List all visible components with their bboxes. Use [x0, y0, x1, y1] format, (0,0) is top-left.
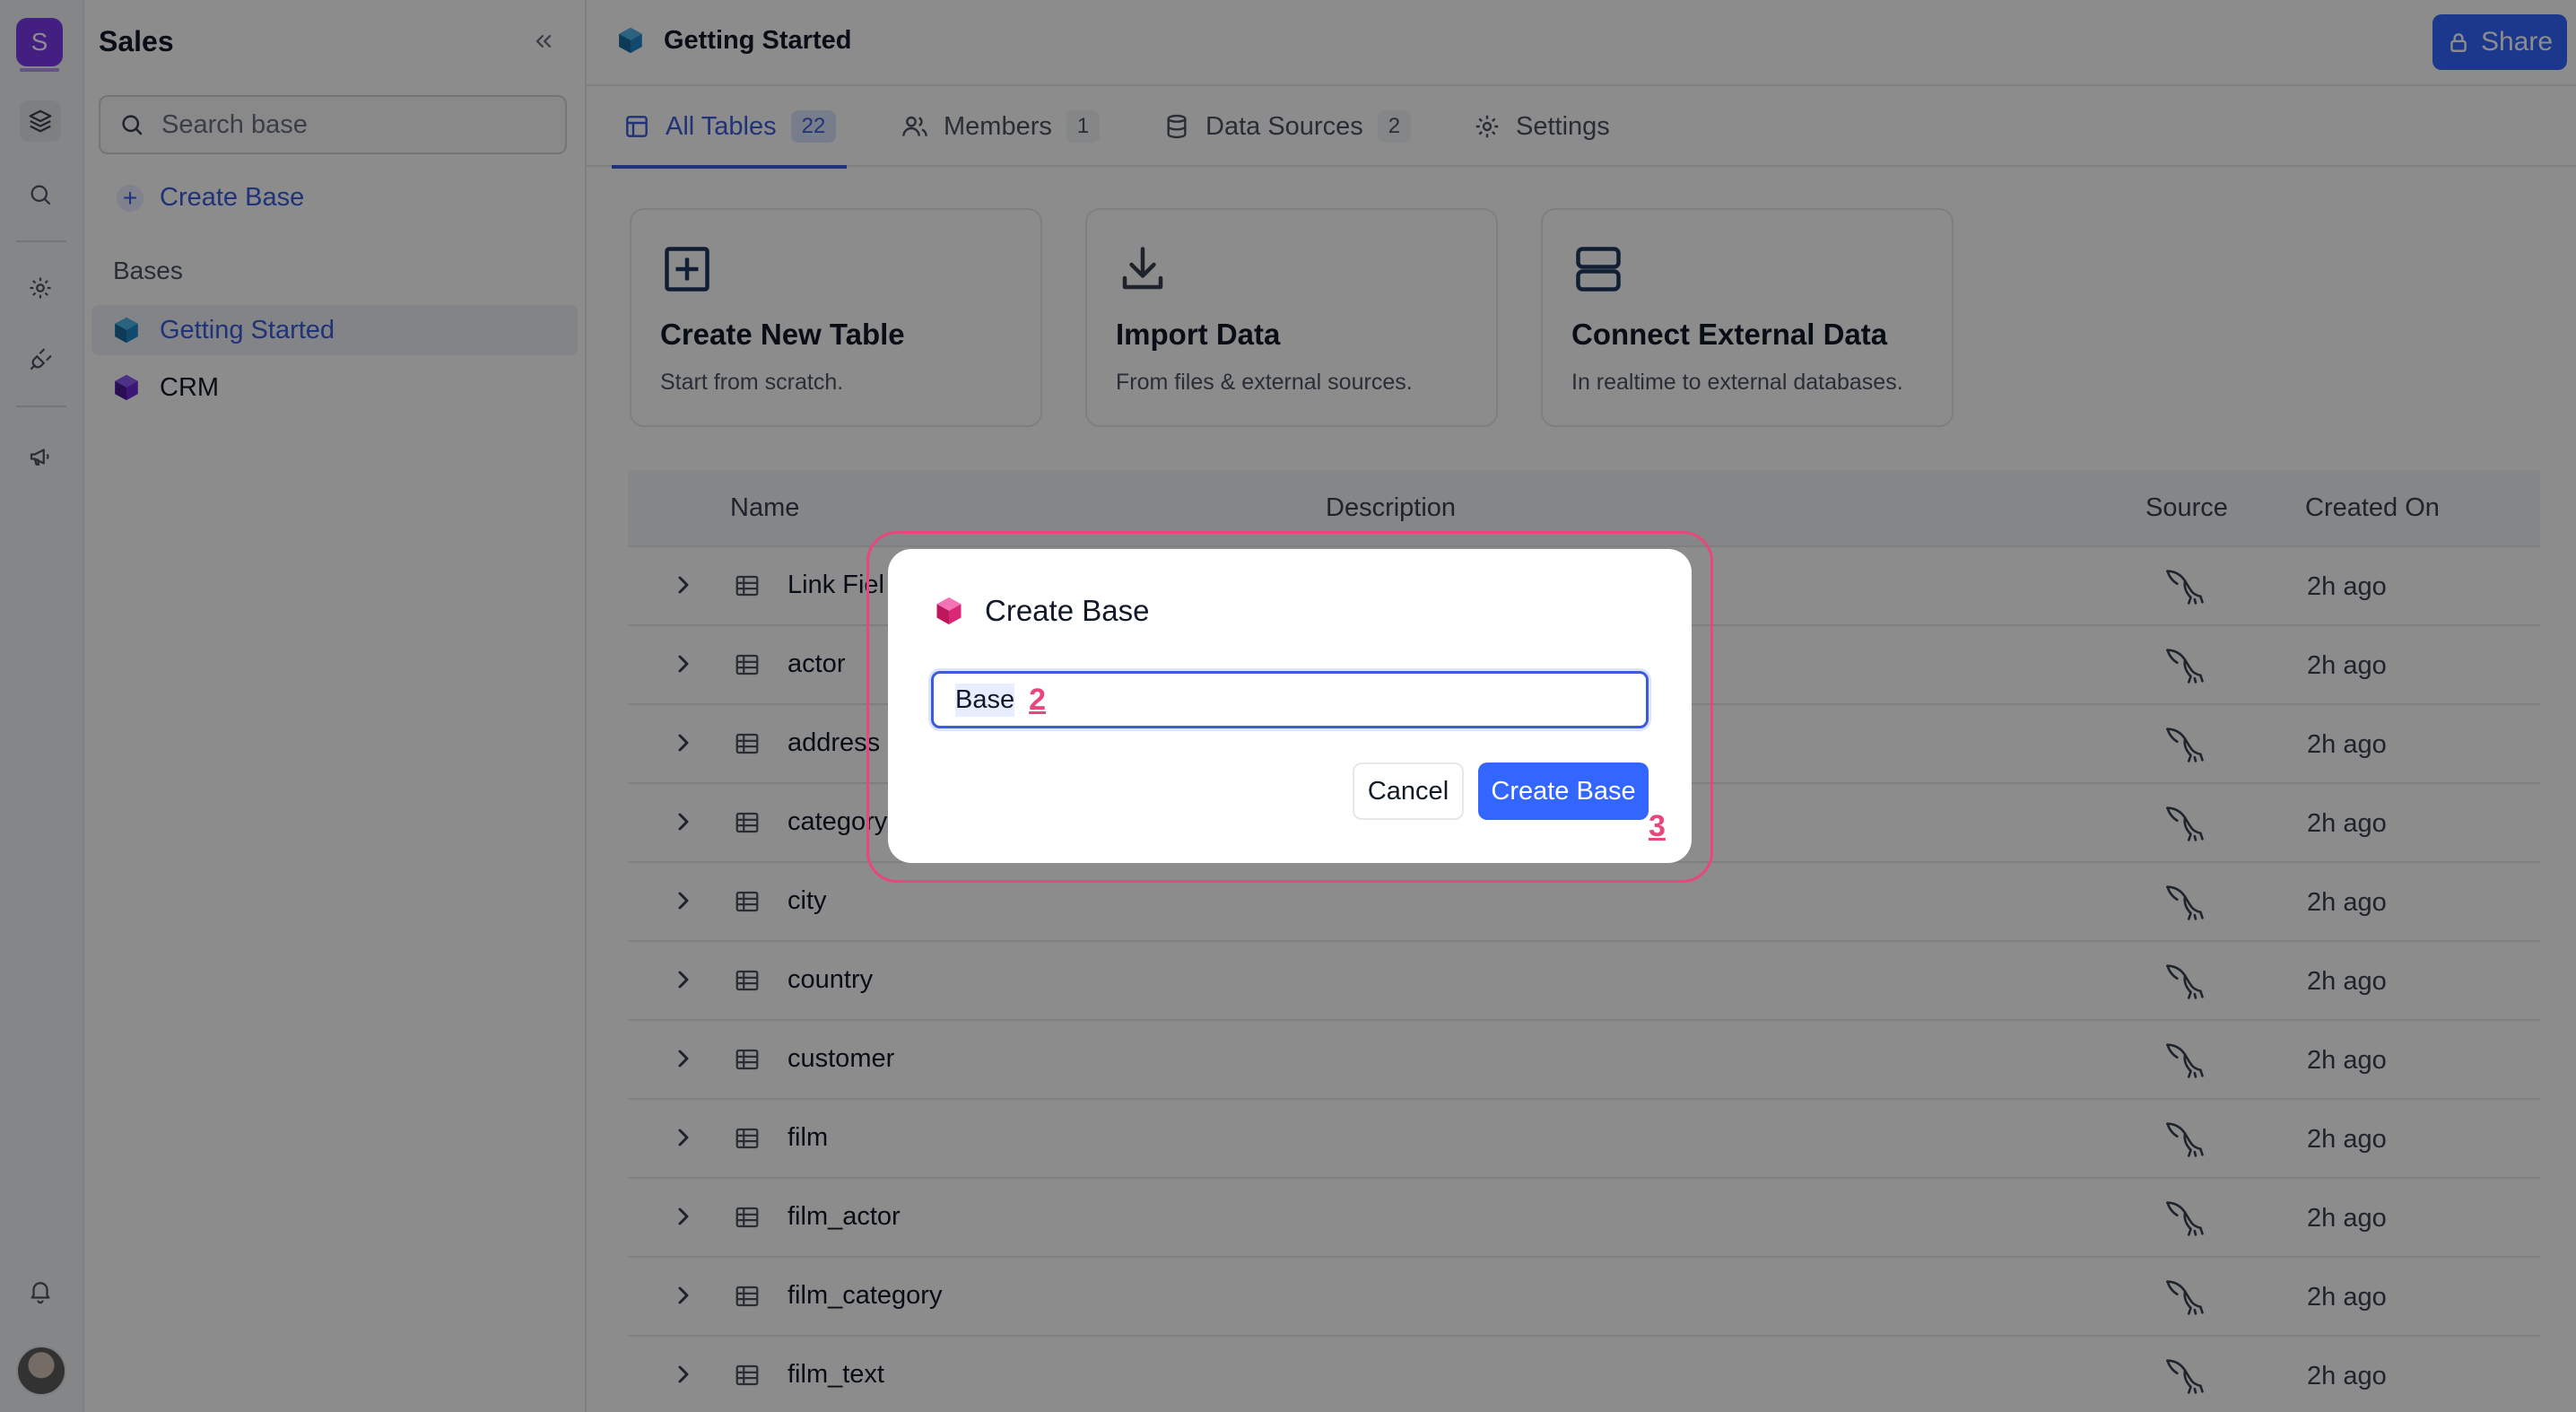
base-cube-icon [936, 597, 962, 624]
dialog-title: Create Base [985, 594, 1150, 627]
create-base-dialog: Create Base Base 2 Cancel Create Base 3 [888, 549, 1692, 863]
base-name-value: Base [955, 683, 1015, 717]
create-base-button[interactable]: Create Base [1478, 763, 1649, 820]
step-marker: 3 [1649, 809, 1666, 843]
dialog-header: Create Base [933, 594, 1149, 628]
cancel-button[interactable]: Cancel [1353, 763, 1464, 820]
base-name-input[interactable]: Base 2 [931, 671, 1649, 728]
step-marker: 2 [1029, 682, 1047, 717]
